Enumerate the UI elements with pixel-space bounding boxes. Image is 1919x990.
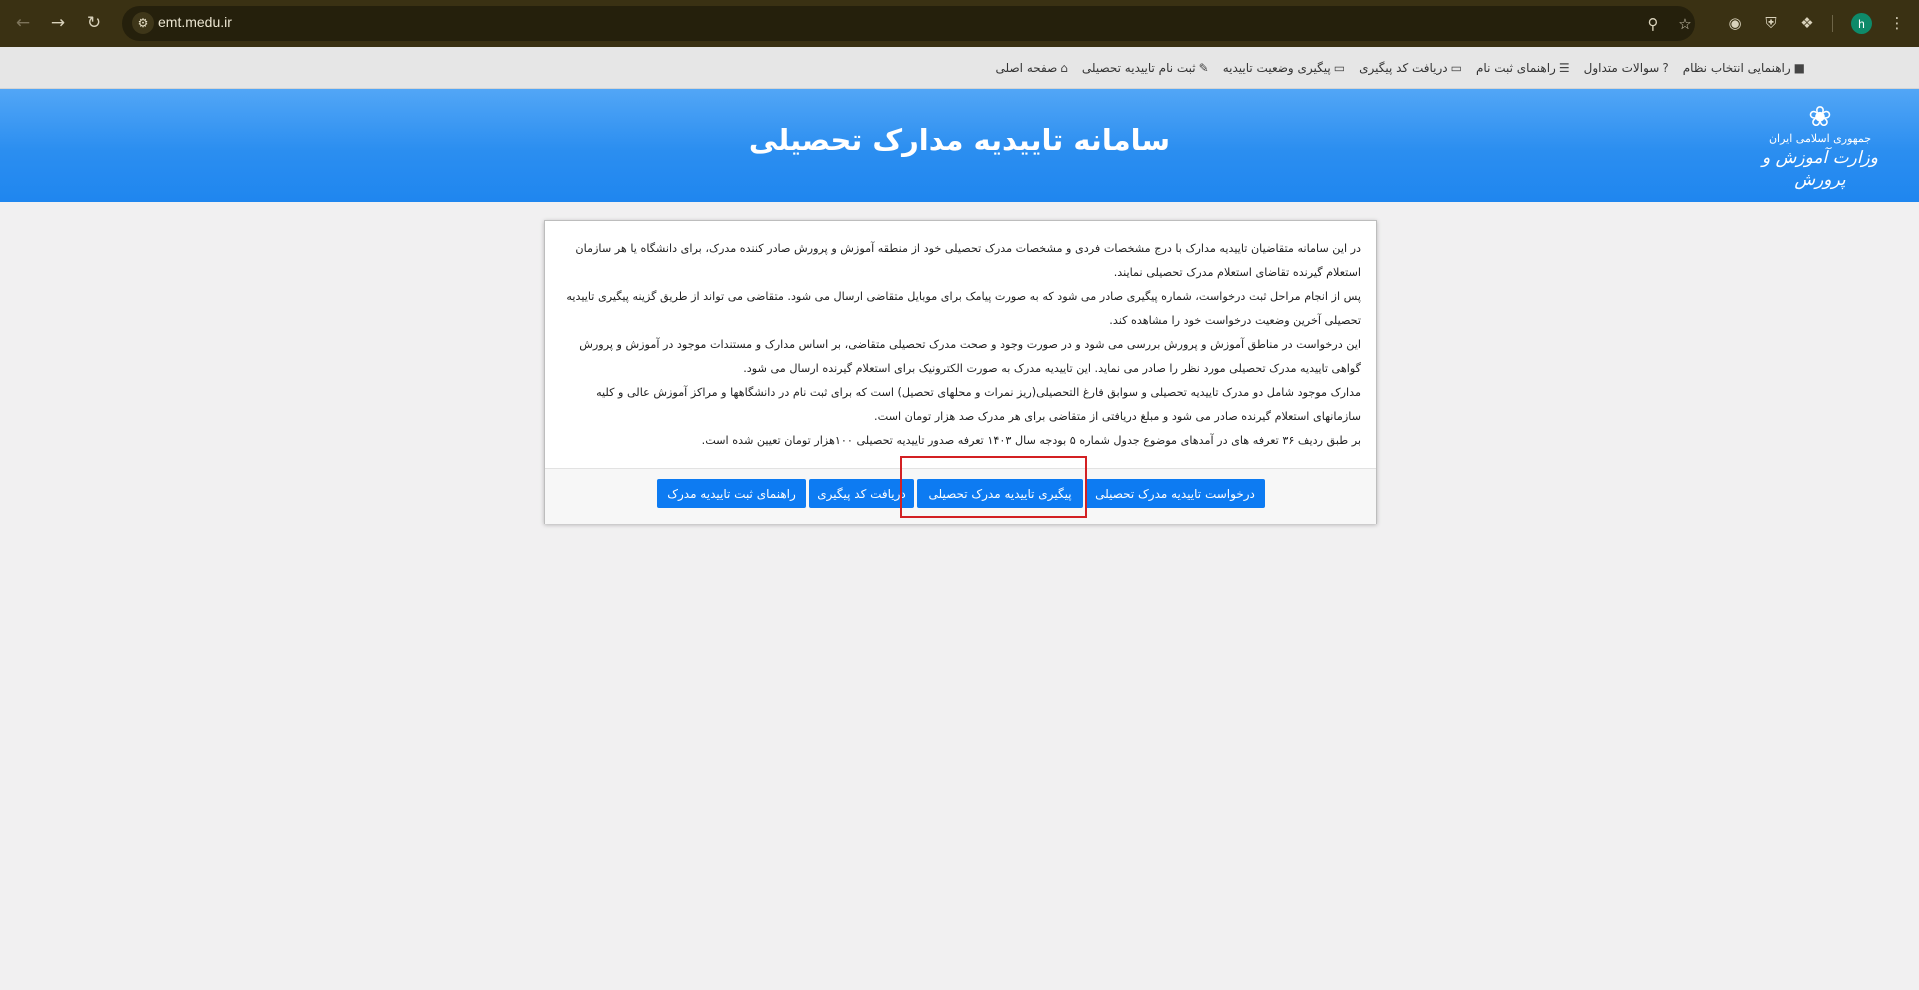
nav-item-label: صفحه اصلی — [995, 60, 1058, 75]
shield-extension-icon[interactable]: ⛨ — [1760, 12, 1782, 34]
reload-icon[interactable]: ↻ — [80, 9, 108, 37]
nav-item-register[interactable]: ✎ ثبت نام تاییدیه تحصیلی — [1082, 61, 1209, 75]
extension-icon[interactable]: ◉ — [1724, 12, 1746, 34]
menu-kebab-icon[interactable]: ⋮ — [1886, 12, 1908, 34]
nav-item-label: سوالات متداول — [1583, 60, 1660, 75]
nav-item-faq[interactable]: ? سوالات متداول — [1584, 61, 1669, 75]
forward-arrow-icon[interactable]: → — [44, 9, 72, 37]
page-title: سامانه تاییدیه مدارک تحصیلی — [748, 123, 1171, 157]
home-icon: ⌂ — [1060, 60, 1068, 75]
toolbar-divider — [1832, 15, 1833, 32]
info-paragraph: مدارک موجود شامل دو مدرک تاییدیه تحصیلی … — [596, 386, 1361, 423]
nav-item-label: دریافت کد پیگیری — [1359, 60, 1448, 75]
logo-line-1: جمهوری اسلامی ایران — [1768, 132, 1872, 145]
profile-avatar[interactable]: h — [1851, 13, 1872, 34]
address-bar[interactable]: ⚙ emt.medu.ir ⚲ ☆ — [122, 6, 1695, 41]
info-paragraph: در این سامانه متقاضیان تاییدیه مدارک با … — [575, 242, 1361, 279]
browser-toolbar: ← → ↻ ⚙ emt.medu.ir ⚲ ☆ ◉ ⛨ ❖ h ⋮ — [0, 0, 1919, 47]
card-icon: ▭ — [1333, 60, 1346, 75]
registration-guide-button[interactable]: راهنمای ثبت تاییدیه مدرک — [657, 479, 806, 508]
card-actions: درخواست تاییدیه مدرک تحصیلی پیگیری تایید… — [545, 468, 1376, 524]
zoom-icon[interactable]: ⚲ — [1642, 13, 1664, 35]
url-text[interactable]: emt.medu.ir — [158, 14, 232, 30]
card-icon: ▭ — [1450, 60, 1462, 75]
iran-emblem-icon: ❀ — [1808, 100, 1832, 133]
site-nav-bar: ⌂ صفحه اصلی ✎ ثبت نام تاییدیه تحصیلی ▭ پ… — [0, 47, 1919, 89]
info-text: در این سامانه متقاضیان تاییدیه مدارک با … — [561, 237, 1361, 475]
nav-item-label: پیگیری وضعیت تاییدیه — [1222, 60, 1331, 75]
nav-item-track-status[interactable]: ▭ پیگیری وضعیت تاییدیه — [1223, 61, 1345, 75]
info-paragraph: این درخواست در مناطق آموزش و پرورش بررسی… — [579, 338, 1361, 375]
ministry-logo[interactable]: ❀ جمهوری اسلامی ایران وزارت آموزش و پرور… — [1755, 100, 1885, 191]
request-confirmation-button[interactable]: درخواست تاییدیه مدرک تحصیلی — [1085, 479, 1265, 508]
info-paragraph: پس از انجام مراحل ثبت درخواست، شماره پیگ… — [566, 290, 1361, 327]
logo-line-2: وزارت آموزش و پرورش — [1762, 148, 1878, 190]
bookmark-star-icon[interactable]: ☆ — [1674, 13, 1696, 35]
nav-item-home[interactable]: ⌂ صفحه اصلی — [996, 61, 1068, 75]
puzzle-extensions-icon[interactable]: ❖ — [1796, 12, 1818, 34]
nav-item-registration-guide[interactable]: ☰ راهنمای ثبت نام — [1476, 61, 1570, 75]
nav-item-label: راهنمای ثبت نام — [1475, 60, 1556, 75]
header-banner: سامانه تاییدیه مدارک تحصیلی ❀ جمهوری اسل… — [0, 89, 1919, 202]
question-icon: ? — [1662, 60, 1669, 75]
nav-item-label: ثبت نام تاییدیه تحصیلی — [1081, 60, 1196, 75]
nav-item-get-code[interactable]: ▭ دریافت کد پیگیری — [1359, 61, 1462, 75]
edit-icon: ✎ — [1198, 60, 1209, 75]
info-card: در این سامانه متقاضیان تاییدیه مدارک با … — [544, 220, 1377, 524]
site-settings-icon[interactable]: ⚙ — [132, 12, 154, 34]
nav-item-system-guide[interactable]: ■ راهنمایی انتخاب نظام — [1683, 61, 1805, 75]
get-tracking-code-button[interactable]: دریافت کد پیگیری — [809, 479, 914, 508]
list-icon: ☰ — [1558, 60, 1570, 75]
track-confirmation-button[interactable]: پیگیری تاییدیه مدرک تحصیلی — [917, 479, 1083, 508]
info-paragraph: بر طبق ردیف ۳۶ تعرفه های در آمدهای موضوع… — [701, 434, 1361, 447]
nav-item-label: راهنمایی انتخاب نظام — [1682, 60, 1791, 75]
back-arrow-icon[interactable]: ← — [9, 9, 37, 37]
square-icon: ■ — [1793, 60, 1805, 75]
nav-menu: ⌂ صفحه اصلی ✎ ثبت نام تاییدیه تحصیلی ▭ پ… — [996, 47, 1805, 88]
